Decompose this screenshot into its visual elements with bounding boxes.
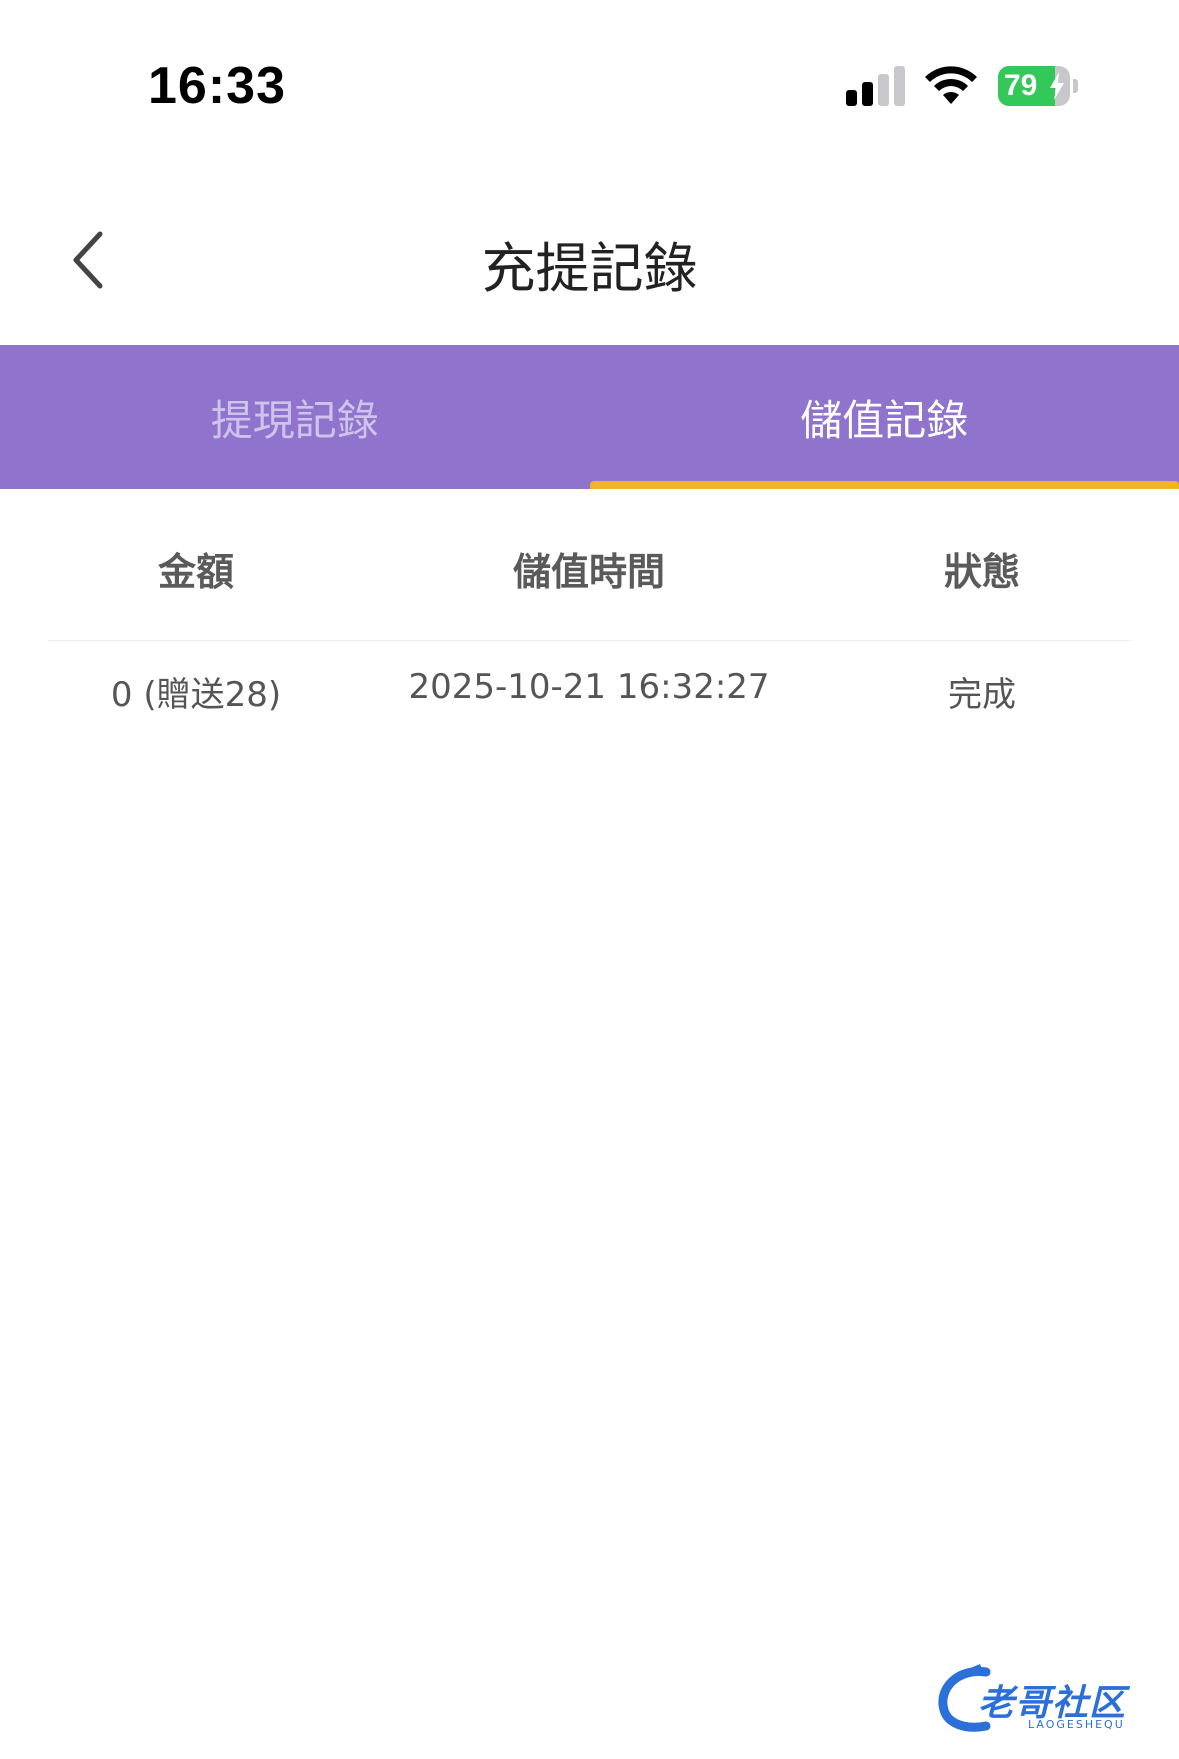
page-title: 充提記錄 <box>481 237 698 300</box>
cellular-signal-icon <box>846 66 905 106</box>
battery-indicator: 79 <box>998 66 1078 106</box>
active-tab-indicator <box>589 481 1179 489</box>
bolt-icon <box>1050 72 1064 100</box>
tab-label: 儲值記錄 <box>800 395 969 445</box>
table-header: 金額 儲值時間 狀態 <box>48 489 1130 641</box>
tab-bar: 提現記錄 儲值記錄 <box>0 345 1179 489</box>
status-bar: 16:33 79 <box>0 0 1179 160</box>
column-header-status: 狀態 <box>943 550 1020 594</box>
nav-bar: 充提記錄 <box>0 190 1179 345</box>
status-time: 16:33 <box>148 57 286 115</box>
column-header-time: 儲值時間 <box>512 550 665 594</box>
battery-body: 79 <box>998 66 1070 106</box>
cell-time: 2025-10-21 16:32:27 <box>408 667 770 707</box>
tab-withdrawal-records[interactable]: 提現記錄 <box>0 345 590 489</box>
table-row: 0 (贈送28) 2025-10-21 16:32:27 完成 <box>48 641 1130 741</box>
wifi-icon <box>925 66 977 104</box>
column-header-amount: 金額 <box>157 550 234 594</box>
recharge-records-page: 16:33 79 充提記錄 提現記錄 儲值記錄 金額 儲值時間 狀態 0 (贈送… <box>0 0 1179 1759</box>
cell-amount: 0 (贈送28) <box>110 675 282 715</box>
cell-status: 完成 <box>948 675 1016 715</box>
battery-cap <box>1073 79 1078 93</box>
tab-deposit-records[interactable]: 儲值記錄 <box>589 345 1179 489</box>
battery-level: 79 <box>1004 69 1038 102</box>
watermark-logo: 老哥社区 LAOGESHEQU <box>936 1660 1166 1738</box>
watermark-subtext: LAOGESHEQU <box>1028 1718 1125 1731</box>
tab-label: 提現記錄 <box>210 395 379 445</box>
